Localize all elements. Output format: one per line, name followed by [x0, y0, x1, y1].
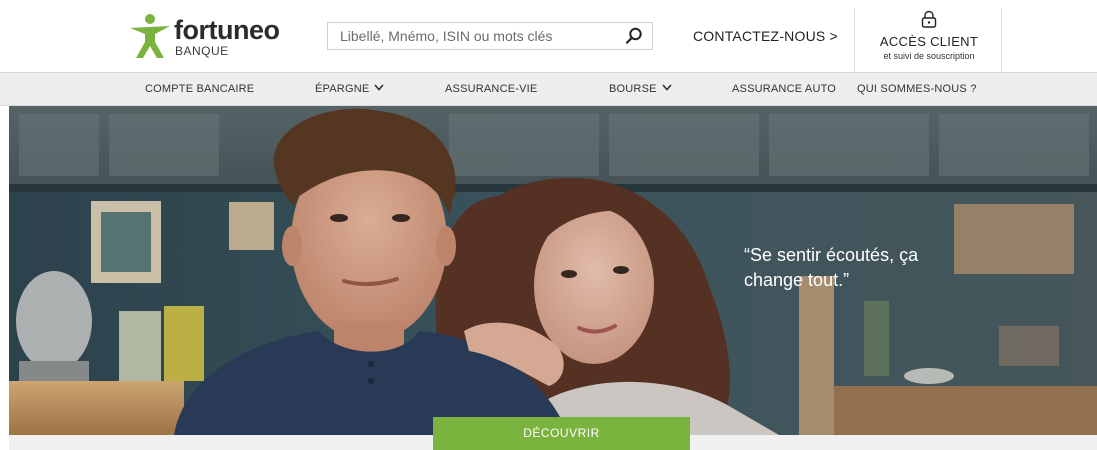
main-nav: COMPTE BANCAIRE ÉPARGNE ASSURANCE-VIE BO…: [0, 72, 1097, 106]
nav-item-compte-bancaire[interactable]: COMPTE BANCAIRE: [145, 83, 254, 95]
nav-item-epargne[interactable]: ÉPARGNE: [315, 83, 384, 95]
hero-photo: [9, 106, 1097, 435]
client-access-title: ACCÈS CLIENT: [879, 34, 979, 49]
brand-name: fortuneo: [174, 15, 280, 45]
brand-logo[interactable]: fortuneo BANQUE: [128, 12, 280, 60]
nav-item-label: BOURSE: [609, 83, 657, 95]
lock-icon: [921, 10, 937, 28]
nav-item-label: COMPTE BANCAIRE: [145, 83, 255, 95]
nav-item-qui-sommes-nous[interactable]: QUI SOMMES-NOUS ?: [857, 83, 977, 95]
contact-link[interactable]: CONTACTEZ-NOUS >: [693, 28, 838, 44]
search-input[interactable]: [328, 23, 618, 49]
search-box: [327, 22, 653, 50]
hero-quote-line: change tout.”: [744, 270, 850, 290]
nav-item-label: ASSURANCE-VIE: [445, 83, 538, 95]
page: fortuneo BANQUE CONTACTEZ-NOUS > ACCÈS C…: [0, 0, 1097, 450]
hero-banner: “Se sentir écoutés, ça change tout.”: [9, 106, 1097, 435]
discover-button[interactable]: DÉCOUVRIR: [433, 417, 690, 450]
nav-item-assurance-auto[interactable]: ASSURANCE AUTO: [732, 83, 836, 95]
nav-item-label: ASSURANCE AUTO: [732, 83, 837, 95]
brand-subtitle: BANQUE: [175, 44, 229, 58]
nav-item-label: QUI SOMMES-NOUS ?: [857, 83, 977, 95]
search-icon[interactable]: [624, 26, 644, 46]
client-access-subtitle: et suivi de souscription: [883, 51, 975, 61]
nav-item-bourse[interactable]: BOURSE: [609, 83, 672, 95]
nav-item-label: ÉPARGNE: [315, 83, 370, 95]
client-access-button[interactable]: ACCÈS CLIENT et suivi de souscription: [854, 8, 1002, 72]
runner-logo-icon: [130, 14, 170, 58]
nav-item-assurance-vie[interactable]: ASSURANCE-VIE: [445, 83, 537, 95]
chevron-down-icon: [662, 84, 672, 91]
site-header: fortuneo BANQUE CONTACTEZ-NOUS > ACCÈS C…: [0, 0, 1097, 72]
chevron-down-icon: [374, 84, 384, 91]
hero-quote: “Se sentir écoutés, ça change tout.”: [744, 243, 918, 293]
hero-quote-line: “Se sentir écoutés, ça: [744, 245, 919, 265]
